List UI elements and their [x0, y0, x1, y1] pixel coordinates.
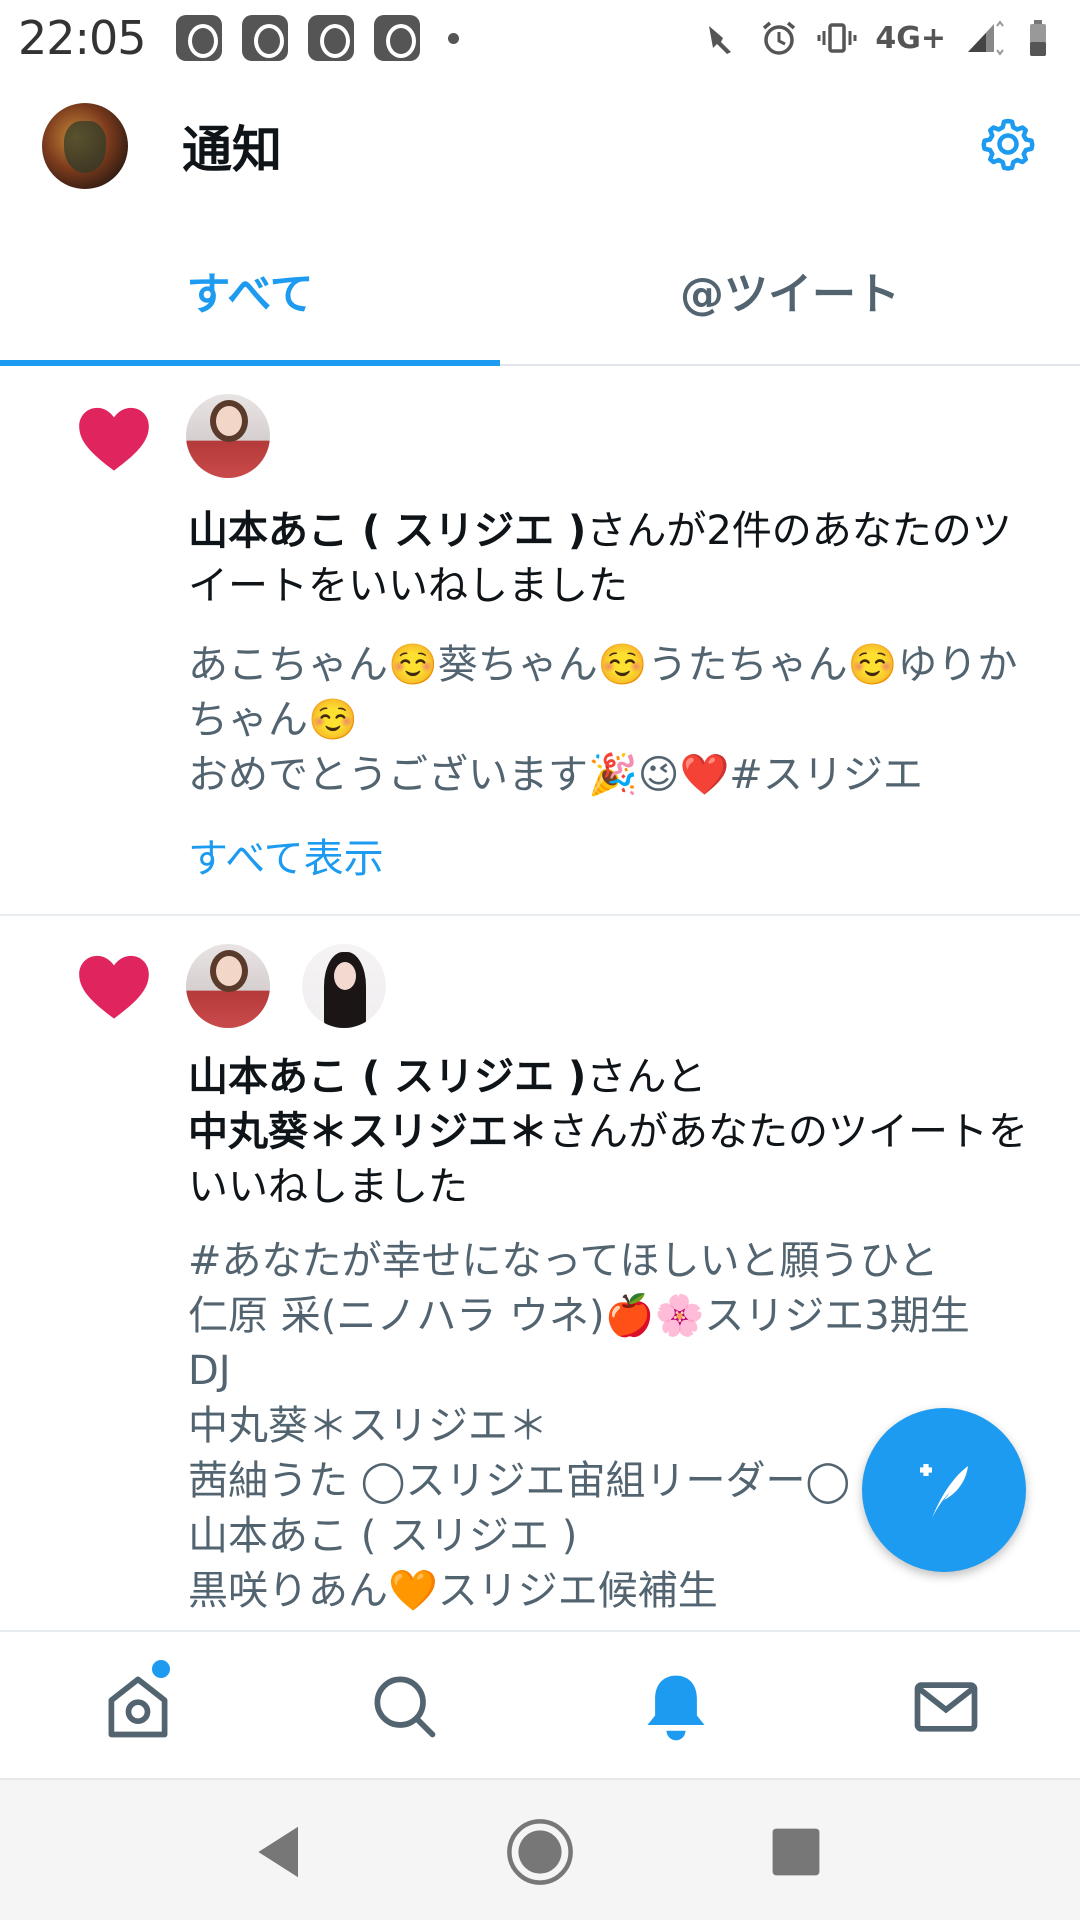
vibrate-icon — [817, 23, 857, 53]
tab-all[interactable]: すべて — [0, 216, 500, 366]
status-bar: 22:05 4G+ — [0, 0, 1080, 76]
home-new-indicator — [152, 1660, 170, 1678]
actor-name[interactable]: 山本あこ ( スリジエ ) — [188, 508, 586, 554]
actor-name[interactable]: 中丸葵＊スリジエ＊ — [188, 1109, 548, 1155]
notification-text: 山本あこ ( スリジエ )さんと 中丸葵＊スリジエ＊さんがあなたのツイートをいい… — [188, 1054, 1028, 1210]
avatar[interactable] — [302, 944, 386, 1028]
tweet-preview[interactable]: あこちゃん☺️葵ちゃん☺️うたちゃん☺️ゆりかちゃん☺️ おめでとうございます🎉… — [188, 638, 1038, 803]
heart-icon — [79, 955, 149, 1019]
app-header: 通知 — [0, 76, 1080, 216]
notification-icon — [373, 15, 420, 61]
tab-mentions-label: @ツイート — [680, 269, 900, 320]
home-button-icon[interactable] — [504, 1816, 576, 1888]
actor-name[interactable]: 山本あこ ( スリジエ ) — [188, 1054, 586, 1100]
system-navigation-bar — [0, 1778, 1080, 1920]
notification-icon — [241, 15, 288, 61]
avatar[interactable] — [186, 394, 270, 478]
avatar[interactable] — [186, 944, 270, 1028]
network-type: 4G+ — [875, 20, 946, 56]
notification-item[interactable]: 山本あこ ( スリジエ )さんが2件のあなたのツイートをいいねしました あこちゃ… — [0, 368, 1080, 916]
notification-icon — [175, 15, 222, 61]
search-icon[interactable] — [366, 1668, 442, 1744]
heart-icon — [79, 407, 149, 471]
hand-icon — [709, 26, 732, 54]
show-all-link[interactable]: すべて表示 — [188, 826, 384, 884]
actor-avatars — [186, 394, 270, 478]
battery-icon — [1030, 20, 1046, 56]
bell-icon[interactable] — [638, 1668, 714, 1744]
alarm-icon — [763, 21, 796, 55]
status-indicators: 4G+ — [701, 18, 1062, 58]
notification-icon — [307, 15, 354, 61]
more-notifications-dot — [447, 32, 459, 44]
notification-tabs: すべて @ツイート — [0, 216, 1080, 366]
tab-all-label: すべて — [186, 269, 314, 320]
status-time: 22:05 — [18, 11, 147, 65]
recents-icon[interactable] — [760, 1816, 832, 1888]
mail-icon[interactable] — [908, 1668, 984, 1744]
gear-icon[interactable] — [978, 114, 1038, 174]
profile-avatar[interactable] — [42, 103, 128, 189]
compose-feather-icon — [920, 1464, 968, 1518]
notification-text: 山本あこ ( スリジエ )さんが2件のあなたのツイートをいいねしました — [188, 508, 1012, 609]
bottom-navigation — [0, 1630, 1080, 1778]
status-notifications — [175, 15, 459, 61]
page-title: 通知 — [182, 121, 282, 179]
tab-mentions[interactable]: @ツイート — [540, 216, 1040, 364]
back-icon[interactable] — [244, 1816, 316, 1888]
signal-icon — [968, 20, 1004, 56]
actor-avatars — [186, 944, 386, 1028]
home-icon[interactable] — [100, 1668, 176, 1744]
compose-tweet-button[interactable] — [862, 1408, 1026, 1572]
active-tab-indicator — [0, 360, 500, 366]
